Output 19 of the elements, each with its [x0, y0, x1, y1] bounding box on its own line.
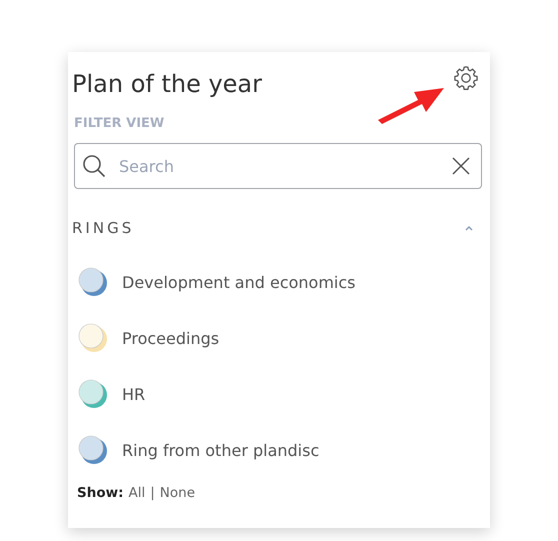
search-field[interactable]: Search	[74, 143, 482, 189]
show-label: Show:	[77, 485, 124, 501]
close-icon[interactable]	[452, 157, 470, 175]
ring-icon[interactable]	[78, 379, 108, 409]
separator: |	[150, 485, 155, 501]
show-link[interactable]: All	[128, 485, 146, 501]
show-link[interactable]: None	[160, 485, 196, 501]
ring-label[interactable]: Development and economics	[122, 272, 356, 292]
panel-title: Plan of the year	[72, 70, 262, 98]
ring-label[interactable]: Proceedings	[122, 328, 220, 348]
section-title: RINGS	[72, 219, 134, 237]
settings-icon[interactable]	[452, 64, 480, 92]
caret-icon[interactable]	[464, 224, 474, 232]
filter-label: FILTER VIEW	[74, 116, 166, 131]
ring-label[interactable]: Ring from other plandisc	[122, 440, 320, 460]
ring-icon[interactable]	[78, 435, 108, 465]
ring-icon[interactable]	[78, 267, 108, 297]
search-icon	[82, 154, 106, 178]
ring-label[interactable]: HR	[122, 384, 146, 404]
